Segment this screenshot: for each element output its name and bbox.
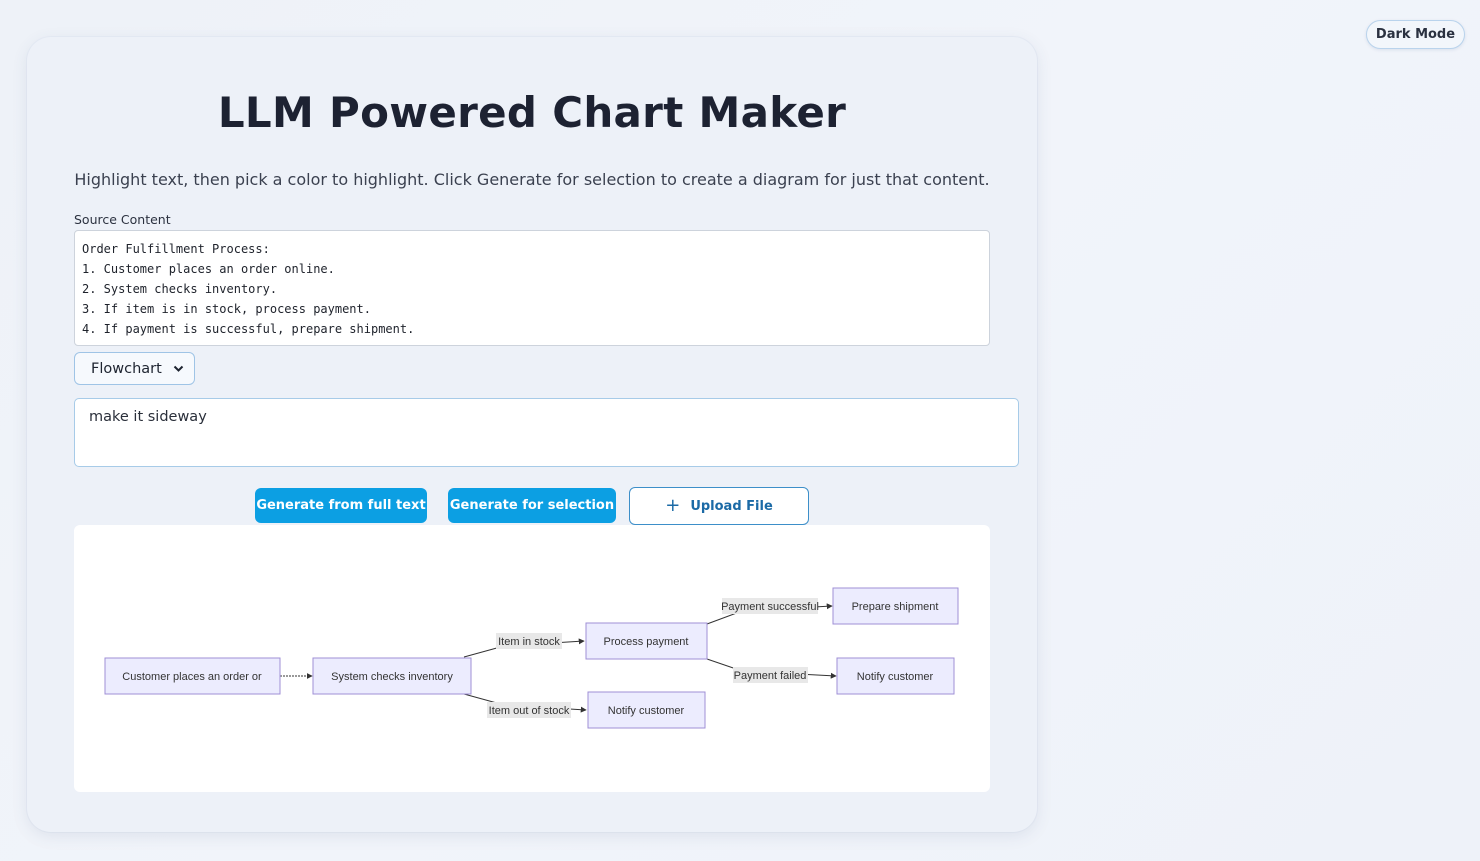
- node-prepare-shipment: Prepare shipment: [832, 587, 959, 625]
- source-line: 1. Customer places an order online.: [82, 262, 335, 276]
- svg-text:Item out of stock: Item out of stock: [489, 705, 570, 717]
- edge-label-payment-successful: Payment successful: [721, 598, 819, 614]
- diagram-canvas: Item in stock Item out of stock Payment …: [74, 525, 990, 792]
- source-line: 2. System checks inventory.: [82, 282, 278, 296]
- node-notify-customer-payment-failed: Notify customer: [836, 657, 955, 695]
- source-content-textarea[interactable]: Order Fulfillment Process: 1. Customer p…: [74, 230, 990, 346]
- chevron-down-icon: [173, 365, 184, 373]
- svg-text:Customer places an order or: Customer places an order or: [122, 671, 262, 683]
- page-subtitle: Highlight text, then pick a color to hig…: [74, 170, 990, 189]
- plus-icon: +: [665, 495, 681, 516]
- flowchart-svg: Item in stock Item out of stock Payment …: [104, 587, 959, 729]
- generate-full-text-button[interactable]: Generate from full text: [255, 488, 427, 523]
- svg-text:Payment successful: Payment successful: [721, 601, 819, 613]
- edge-label-out-of-stock: Item out of stock: [487, 702, 571, 718]
- edge-label-payment-failed: Payment failed: [733, 667, 808, 683]
- svg-text:Prepare shipment: Prepare shipment: [852, 601, 939, 613]
- svg-text:Item in stock: Item in stock: [498, 636, 560, 648]
- edge-label-in-stock: Item in stock: [496, 633, 562, 649]
- svg-text:Process payment: Process payment: [604, 636, 689, 648]
- upload-file-label: Upload File: [690, 498, 773, 514]
- generate-selection-button[interactable]: Generate for selection: [448, 488, 616, 523]
- page-title: LLM Powered Chart Maker: [217, 88, 847, 137]
- node-notify-customer-out-of-stock: Notify customer: [587, 691, 706, 729]
- prompt-input[interactable]: make it sideway: [74, 398, 1019, 467]
- source-line: 4. If payment is successful, prepare shi…: [82, 322, 415, 336]
- chart-type-value: Flowchart: [91, 360, 162, 377]
- chart-type-select[interactable]: Flowchart: [74, 352, 195, 385]
- svg-text:Notify customer: Notify customer: [608, 705, 685, 717]
- node-check-inventory: System checks inventory: [312, 657, 472, 695]
- svg-text:System checks inventory: System checks inventory: [331, 671, 453, 683]
- source-content-label: Source Content: [74, 212, 171, 227]
- svg-text:Notify customer: Notify customer: [857, 671, 934, 683]
- svg-text:Payment failed: Payment failed: [734, 670, 807, 682]
- upload-file-button[interactable]: + Upload File: [629, 487, 809, 525]
- node-customer-order: Customer places an order or: [104, 657, 281, 695]
- node-process-payment: Process payment: [585, 622, 708, 660]
- dark-mode-toggle[interactable]: Dark Mode: [1366, 20, 1465, 49]
- source-line: 3. If item is in stock, process payment.: [82, 302, 371, 316]
- source-line: Order Fulfillment Process:: [82, 242, 270, 256]
